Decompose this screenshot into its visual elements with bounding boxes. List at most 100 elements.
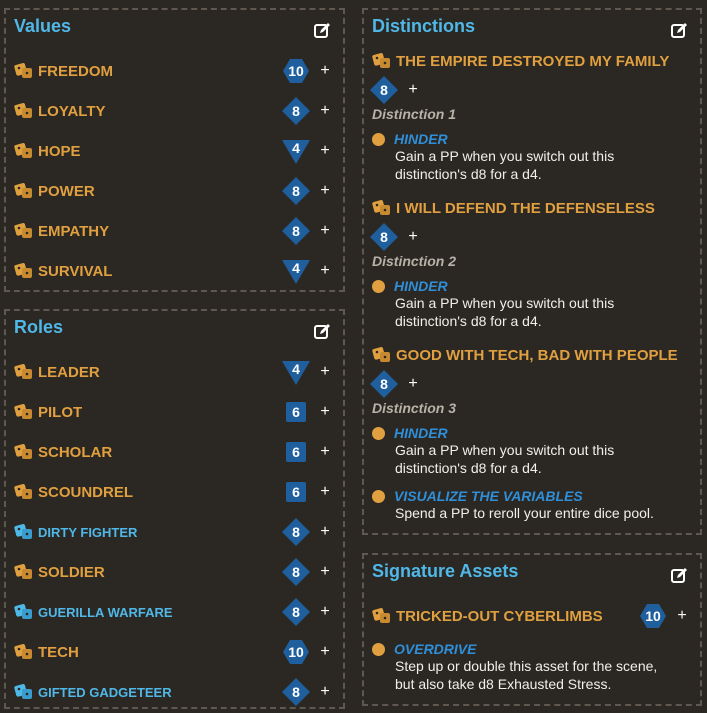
add-die-button[interactable]: + [317, 403, 333, 421]
sfx-text: distinction's d8 for a d4. [395, 460, 542, 476]
distinction-name[interactable]: GOOD WITH TECH, BAD WITH PEOPLE [372, 346, 692, 364]
roles-row-soldier[interactable]: SOLDIER 8 + [14, 558, 333, 586]
dice-icon [14, 263, 32, 278]
d8-die-icon[interactable]: 8 [369, 369, 399, 399]
die-value: 6 [292, 484, 300, 500]
add-die-button[interactable]: + [317, 683, 333, 701]
sfx-bullet-icon [372, 426, 385, 440]
add-die-button[interactable]: + [317, 363, 333, 381]
roles-label: SCOUNDREL [38, 483, 134, 501]
d8-die-icon[interactable]: 8 [369, 222, 399, 252]
d8-die-icon[interactable]: 8 [281, 677, 311, 707]
roles-row-scoundrel[interactable]: SCOUNDREL 6 + [14, 478, 333, 506]
distinction-die-row: 8 + [369, 75, 421, 105]
roles-row-scholar[interactable]: SCHOLAR 6 + [14, 438, 333, 466]
edit-icon[interactable] [670, 22, 688, 40]
add-die-button[interactable]: + [317, 102, 333, 120]
sfx-hinder[interactable]: HINDER Gain a PP when you switch out thi… [372, 131, 690, 183]
sfx-overdrive[interactable]: OVERDRIVE Step up or double this asset f… [372, 641, 690, 693]
add-die-button[interactable]: + [317, 443, 333, 461]
add-die-button[interactable]: + [317, 603, 333, 621]
sfx-text: Spend a PP to reroll your entire dice po… [395, 505, 654, 521]
values-label: POWER [38, 182, 95, 200]
add-die-button[interactable]: + [405, 81, 421, 99]
sfx-visualize-the-variables[interactable]: VISUALIZE THE VARIABLES Spend a PP to re… [372, 488, 690, 522]
sfx-bullet-icon [372, 279, 385, 293]
sfx-name: OVERDRIVE [394, 641, 477, 657]
values-row-power[interactable]: POWER 8 + [14, 177, 333, 205]
distinction-subtitle: Distinction 1 [372, 106, 457, 122]
add-die-button[interactable]: + [405, 228, 421, 246]
values-label: HOPE [38, 142, 81, 160]
dice-icon [14, 484, 32, 499]
signature-asset-row[interactable]: TRICKED-OUT CYBERLIMBS 10 + [372, 602, 690, 630]
d8-die-icon[interactable]: 8 [281, 597, 311, 627]
d8-die-icon[interactable]: 8 [281, 96, 311, 126]
distinction-die-row: 8 + [369, 369, 421, 399]
sfx-bullet-icon [372, 489, 385, 503]
add-die-button[interactable]: + [317, 182, 333, 200]
sfx-name: HINDER [394, 425, 448, 441]
roles-row-pilot[interactable]: PILOT 6 + [14, 398, 333, 426]
d8-die-icon[interactable]: 8 [281, 176, 311, 206]
distinction-die-row: 8 + [369, 222, 421, 252]
roles-row-gifted-gadgeteer[interactable]: GIFTED GADGETEER 8 + [14, 678, 333, 706]
edit-icon[interactable] [313, 323, 331, 341]
distinction-name[interactable]: THE EMPIRE DESTROYED MY FAMILY [372, 52, 692, 70]
sfx-hinder[interactable]: HINDER Gain a PP when you switch out thi… [372, 278, 690, 330]
die-value: 8 [380, 229, 388, 245]
add-die-button[interactable]: + [317, 142, 333, 160]
d8-die-icon[interactable]: 8 [281, 517, 311, 547]
die-value: 10 [645, 608, 661, 624]
edit-icon[interactable] [313, 22, 331, 40]
roles-label: GIFTED GADGETEER [38, 684, 172, 700]
values-row-survival[interactable]: SURVIVAL 4 + [14, 257, 333, 285]
d10-die-icon[interactable]: 10 [281, 637, 311, 667]
values-row-empathy[interactable]: EMPATHY 8 + [14, 217, 333, 245]
d4-die-icon[interactable]: 4 [281, 136, 311, 166]
add-die-button[interactable]: + [317, 222, 333, 240]
values-panel: Values FREEDOM 10 + LOYALTY 8 + HOPE 4 +… [4, 8, 345, 292]
add-die-button[interactable]: + [317, 483, 333, 501]
values-label: SURVIVAL [38, 262, 113, 280]
distinction-name[interactable]: I WILL DEFEND THE DEFENSELESS [372, 199, 692, 217]
d8-die-icon[interactable]: 8 [281, 557, 311, 587]
sfx-name: VISUALIZE THE VARIABLES [394, 488, 583, 504]
dice-icon [14, 364, 32, 379]
dice-icon [372, 608, 390, 623]
sfx-hinder[interactable]: HINDER Gain a PP when you switch out thi… [372, 425, 690, 477]
d4-die-icon[interactable]: 4 [281, 256, 311, 286]
roles-row-dirty-fighter[interactable]: DIRTY FIGHTER 8 + [14, 518, 333, 546]
add-die-button[interactable]: + [317, 62, 333, 80]
d8-die-icon[interactable]: 8 [369, 75, 399, 105]
die-value: 6 [292, 444, 300, 460]
sfx-name: HINDER [394, 131, 448, 147]
dice-icon [14, 524, 32, 539]
sfx-text: Gain a PP when you switch out this [395, 148, 615, 164]
dice-icon [14, 604, 32, 619]
add-die-button[interactable]: + [317, 262, 333, 280]
roles-label: PILOT [38, 403, 83, 421]
roles-title: Roles [14, 317, 64, 337]
add-die-button[interactable]: + [317, 643, 333, 661]
d8-die-icon[interactable]: 8 [281, 216, 311, 246]
d10-die-icon[interactable]: 10 [281, 56, 311, 86]
roles-row-leader[interactable]: LEADER 4 + [14, 358, 333, 386]
values-row-loyalty[interactable]: LOYALTY 8 + [14, 97, 333, 125]
d6-die-icon[interactable]: 6 [281, 437, 311, 467]
roles-row-guerilla-warfare[interactable]: GUERILLA WARFARE 8 + [14, 598, 333, 626]
d10-die-icon[interactable]: 10 [638, 601, 668, 631]
edit-icon[interactable] [670, 567, 688, 585]
add-die-button[interactable]: + [674, 607, 690, 625]
add-die-button[interactable]: + [317, 563, 333, 581]
dice-icon [14, 103, 32, 118]
add-die-button[interactable]: + [405, 375, 421, 393]
d4-die-icon[interactable]: 4 [281, 357, 311, 387]
values-row-freedom[interactable]: FREEDOM 10 + [14, 57, 333, 85]
distinction-label: THE EMPIRE DESTROYED MY FAMILY [396, 52, 670, 70]
values-row-hope[interactable]: HOPE 4 + [14, 137, 333, 165]
d6-die-icon[interactable]: 6 [281, 397, 311, 427]
d6-die-icon[interactable]: 6 [281, 477, 311, 507]
roles-row-tech[interactable]: TECH 10 + [14, 638, 333, 666]
add-die-button[interactable]: + [317, 523, 333, 541]
